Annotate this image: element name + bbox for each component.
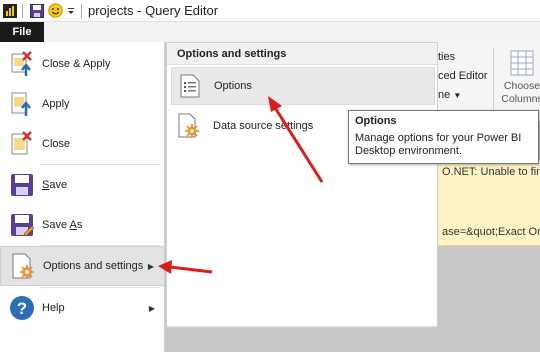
annotation-arrows [158, 96, 324, 274]
arrow-to-options-and-settings [158, 260, 213, 274]
arrow-to-options [268, 96, 324, 183]
